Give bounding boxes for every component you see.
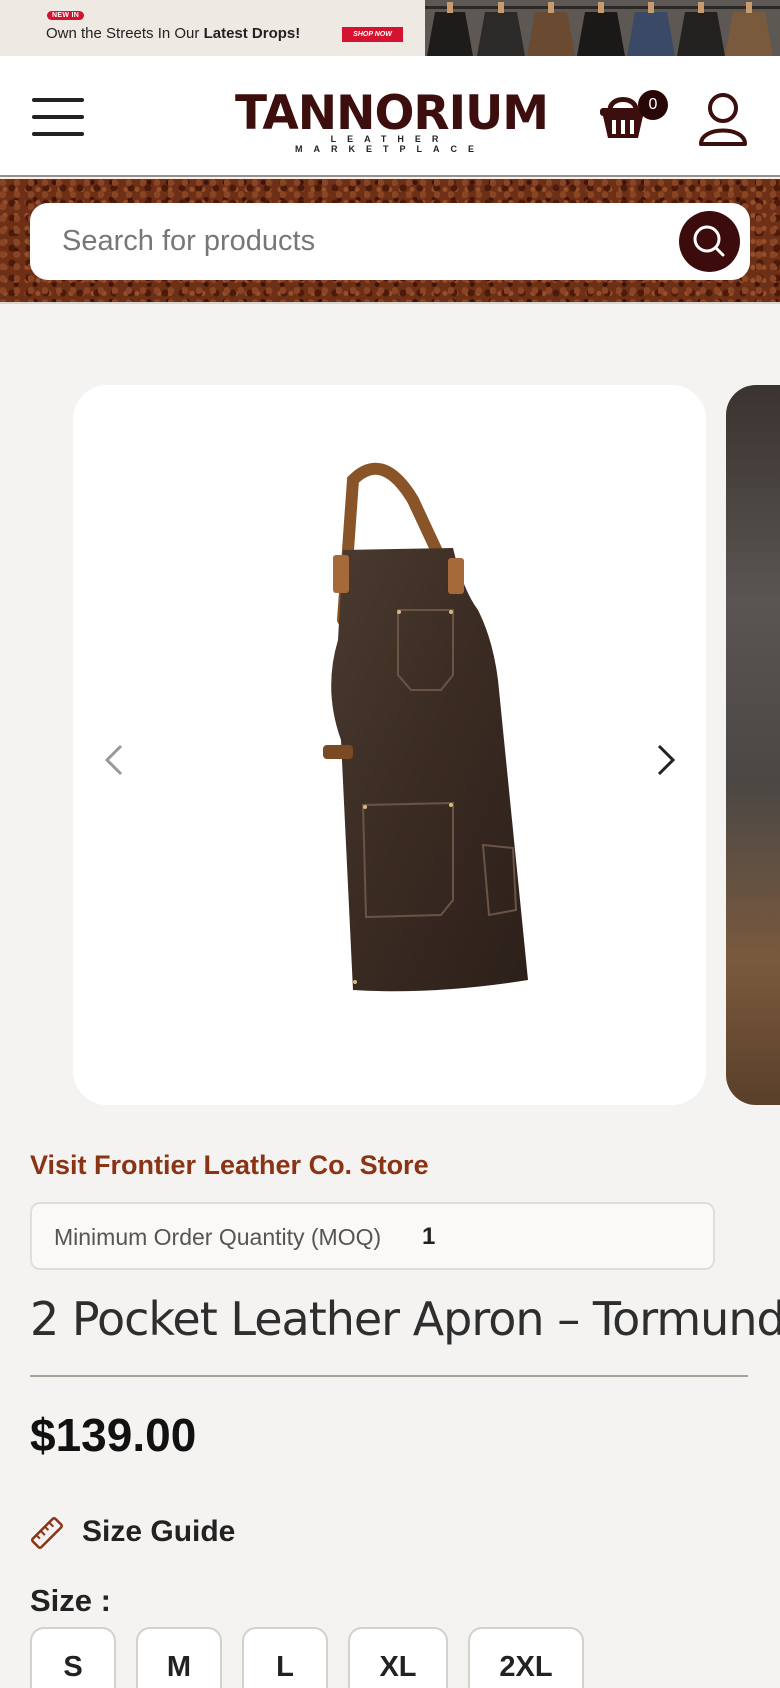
search-input[interactable]	[62, 219, 662, 264]
search-bar-section	[0, 179, 780, 302]
search-box	[30, 203, 750, 280]
search-icon	[693, 225, 725, 257]
jackets-banner-image	[425, 0, 780, 56]
shop-now-button[interactable]: SHOP NOW	[342, 27, 403, 42]
logo-tagline: LEATHER MARKETPLACE	[295, 134, 485, 154]
hamburger-menu-button[interactable]	[32, 96, 84, 138]
promo-text-bold: Latest Drops!	[203, 25, 301, 42]
size-option-l[interactable]: L	[242, 1627, 328, 1688]
promo-text: Own the Streets In Our Latest Drops!	[46, 25, 300, 42]
divider	[0, 302, 780, 304]
leather-apron-image	[323, 462, 528, 992]
cart-button[interactable]: 0	[598, 90, 668, 142]
moq-box: Minimum Order Quantity (MOQ) 1	[30, 1202, 715, 1270]
site-logo[interactable]: TANNORIUM LEATHER MARKETPLACE	[235, 80, 549, 154]
new-in-badge: NEW IN	[47, 11, 85, 20]
product-image-slide[interactable]	[73, 385, 706, 1105]
size-option-s[interactable]: S	[30, 1627, 116, 1688]
visit-store-link[interactable]: Visit Frontier Leather Co. Store	[30, 1150, 429, 1181]
promo-banner[interactable]: NEW IN Own the Streets In Our Latest Dro…	[0, 0, 780, 56]
size-label: Size :	[30, 1583, 111, 1618]
site-header: TANNORIUM LEATHER MARKETPLACE 0	[0, 56, 780, 177]
promo-text-prefix: Own the Streets In Our	[46, 25, 204, 42]
moq-value: 1	[422, 1223, 436, 1250]
search-button[interactable]	[679, 211, 740, 272]
next-image-button[interactable]	[645, 730, 685, 790]
size-guide-label: Size Guide	[82, 1515, 236, 1548]
moq-label: Minimum Order Quantity (MOQ)	[54, 1224, 382, 1250]
account-button[interactable]	[698, 92, 750, 148]
size-option-xl[interactable]: XL	[348, 1627, 448, 1688]
previous-image-button[interactable]	[95, 730, 135, 790]
ruler-icon	[31, 1517, 63, 1549]
product-gallery[interactable]	[0, 385, 780, 1105]
chevron-right-icon	[657, 744, 676, 776]
product-title: 2 Pocket Leather Apron – Tormund	[30, 1292, 780, 1346]
size-option-2xl[interactable]: 2XL	[468, 1627, 584, 1688]
chevron-left-icon	[104, 744, 123, 776]
logo-word: TANNORIUM	[235, 86, 549, 141]
user-icon	[699, 93, 747, 146]
size-option-m[interactable]: M	[136, 1627, 222, 1688]
next-product-image-peek[interactable]	[726, 385, 780, 1105]
cart-count-badge: 0	[638, 90, 668, 120]
title-divider	[30, 1375, 748, 1377]
product-price: $139.00	[30, 1409, 197, 1461]
